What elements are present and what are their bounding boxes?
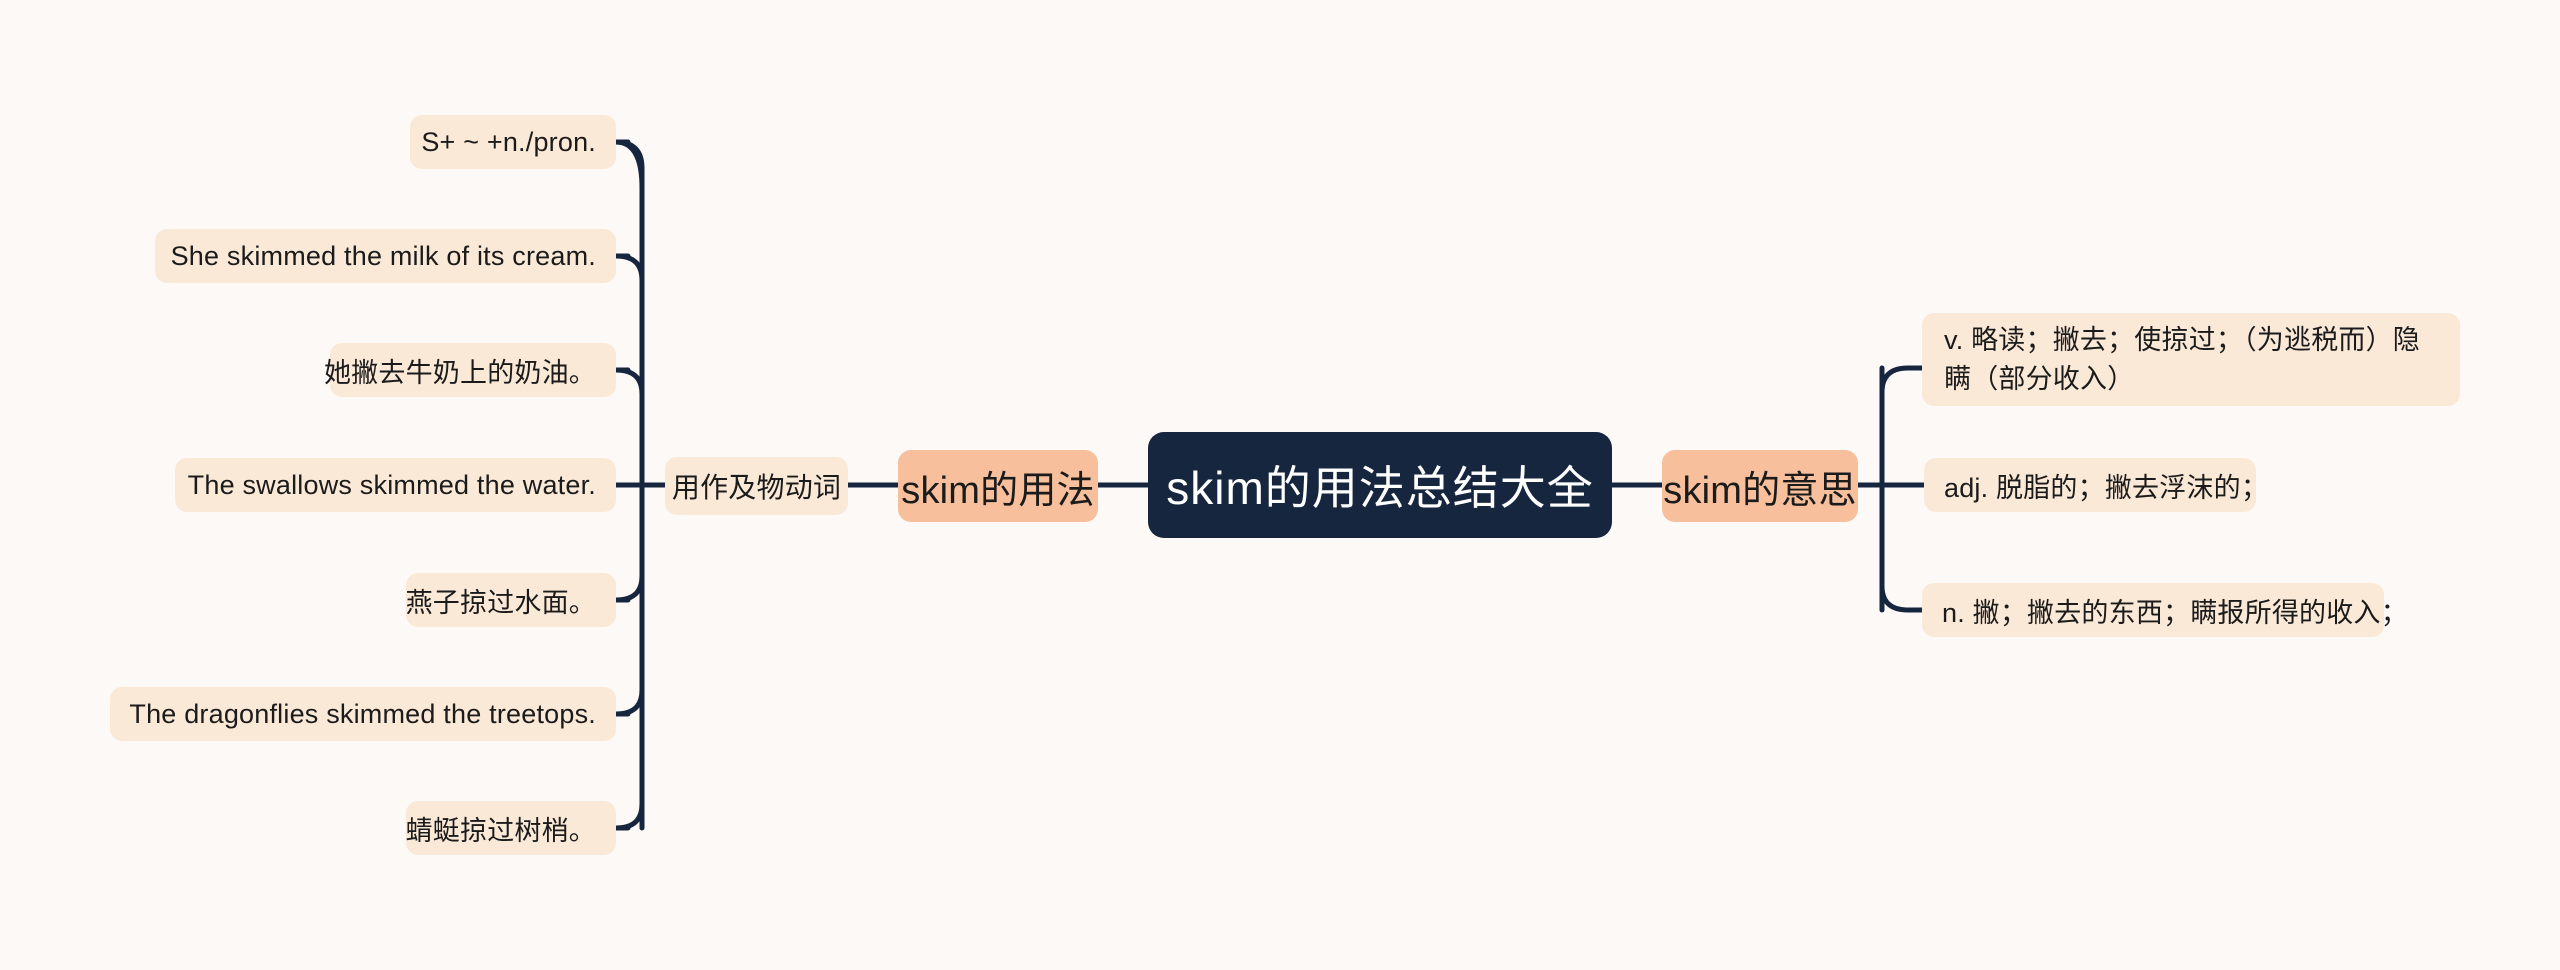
connector-rleaf-1 bbox=[1879, 365, 1925, 395]
branch-node-meaning[interactable]: skim的意思 bbox=[1662, 450, 1858, 522]
leaf-node-pattern-label: S+ ~ +n./pron. bbox=[421, 126, 596, 157]
leaf-node-example-2-zh[interactable]: 燕子掠过水面。 bbox=[406, 573, 616, 627]
mindmap-canvas: skim的用法总结大全 skim的用法 用作及物动词 S+ ~ +n./pron… bbox=[0, 0, 2560, 970]
connector-leaf-5 bbox=[615, 573, 645, 603]
sub-node-transitive-verb-label: 用作及物动词 bbox=[671, 472, 842, 503]
root-node-label: skim的用法总结大全 bbox=[1166, 462, 1594, 514]
leaf-node-example-1-zh[interactable]: 她撇去牛奶上的奶油。 bbox=[324, 343, 616, 397]
connector-leaf-2 bbox=[615, 253, 645, 283]
connector-leaf-1 bbox=[615, 139, 645, 191]
sub-node-transitive-verb[interactable]: 用作及物动词 bbox=[665, 457, 848, 515]
leaf-node-example-1-zh-label: 她撇去牛奶上的奶油。 bbox=[324, 357, 596, 388]
leaf-node-pattern[interactable]: S+ ~ +n./pron. bbox=[410, 115, 616, 169]
leaf-node-meaning-noun[interactable]: n. 撇；撇去的东西；瞒报所得的收入； bbox=[1922, 583, 2408, 637]
leaf-node-example-2-zh-label: 燕子掠过水面。 bbox=[405, 587, 596, 618]
branch-node-usage[interactable]: skim的用法 bbox=[898, 450, 1098, 522]
leaf-node-meaning-verb[interactable]: v. 略读；撇去；使掠过；（为逃税而）隐瞒（部分收入） bbox=[1922, 313, 2460, 406]
leaf-node-example-3-zh-label: 蜻蜓掠过树梢。 bbox=[405, 815, 596, 846]
leaf-node-meaning-verb-label: v. 略读；撇去；使掠过；（为逃税而）隐瞒（部分收入） bbox=[1944, 325, 2420, 394]
connector-rleaf-3 bbox=[1879, 583, 1925, 613]
leaf-node-example-2-en-label: The swallows skimmed the water. bbox=[187, 469, 596, 500]
connector-leaf-1b bbox=[615, 139, 645, 171]
leaf-node-meaning-adj-label: adj. 脱脂的；撇去浮沫的； bbox=[1944, 472, 2269, 503]
leaf-node-example-3-en[interactable]: The dragonflies skimmed the treetops. bbox=[110, 687, 616, 741]
branch-node-usage-label: skim的用法 bbox=[901, 469, 1095, 512]
leaf-node-example-3-en-label: The dragonflies skimmed the treetops. bbox=[129, 698, 596, 729]
leaf-node-example-1-en[interactable]: She skimmed the milk of its cream. bbox=[155, 229, 616, 283]
leaf-node-meaning-adj[interactable]: adj. 脱脂的；撇去浮沫的； bbox=[1924, 458, 2268, 512]
leaf-node-example-3-zh[interactable]: 蜻蜓掠过树梢。 bbox=[406, 801, 616, 855]
leaf-node-example-2-en[interactable]: The swallows skimmed the water. bbox=[175, 458, 616, 512]
connector-leaf-6 bbox=[615, 687, 645, 717]
leaf-node-meaning-noun-label: n. 撇；撇去的东西；瞒报所得的收入； bbox=[1942, 597, 2408, 628]
root-node[interactable]: skim的用法总结大全 bbox=[1148, 432, 1612, 538]
branch-node-meaning-label: skim的意思 bbox=[1663, 469, 1857, 512]
leaf-node-example-1-en-label: She skimmed the milk of its cream. bbox=[170, 240, 596, 271]
connector-leaf-7 bbox=[615, 801, 645, 831]
connector-leaf-3 bbox=[615, 367, 645, 397]
